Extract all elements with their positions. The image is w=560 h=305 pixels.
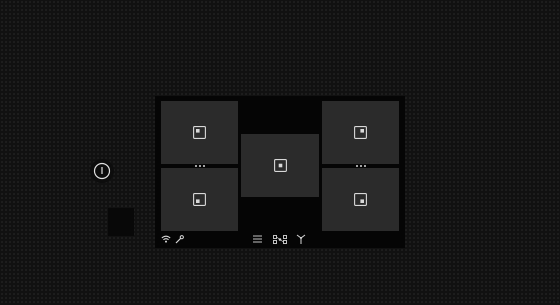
bridge-dot: [359, 165, 362, 167]
wifi-icon[interactable]: [160, 234, 172, 244]
power-button[interactable]: [90, 159, 114, 183]
cooktop-panel: [155, 96, 405, 248]
link-icon[interactable]: [272, 234, 288, 244]
bridge-right-button[interactable]: [322, 164, 399, 168]
power-icon: [93, 162, 111, 180]
cooking-zone-center[interactable]: [241, 134, 319, 197]
zone-marker-bottom-left-icon: [193, 193, 206, 206]
cooking-zone-bottom-right[interactable]: [322, 168, 399, 231]
zone-marker-top-left-icon: [193, 126, 206, 139]
menu-icon[interactable]: [251, 234, 263, 244]
cooking-zone-bottom-left[interactable]: [161, 168, 238, 231]
cooking-zone-top-left[interactable]: [161, 101, 238, 164]
wrench-icon[interactable]: [174, 234, 184, 244]
fan-icon[interactable]: [295, 233, 307, 245]
bridge-dot: [363, 165, 366, 167]
zone-marker-center-icon: [273, 159, 287, 172]
bridge-dot: [198, 165, 201, 167]
zone-marker-bottom-right-icon: [354, 193, 367, 206]
bridge-dot: [202, 165, 205, 167]
cooking-zone-top-right[interactable]: [322, 101, 399, 164]
bridge-dot: [194, 165, 197, 167]
bridge-dot: [355, 165, 358, 167]
zone-marker-top-right-icon: [354, 126, 367, 139]
dark-block: [108, 208, 134, 236]
bridge-left-button[interactable]: [161, 164, 238, 168]
